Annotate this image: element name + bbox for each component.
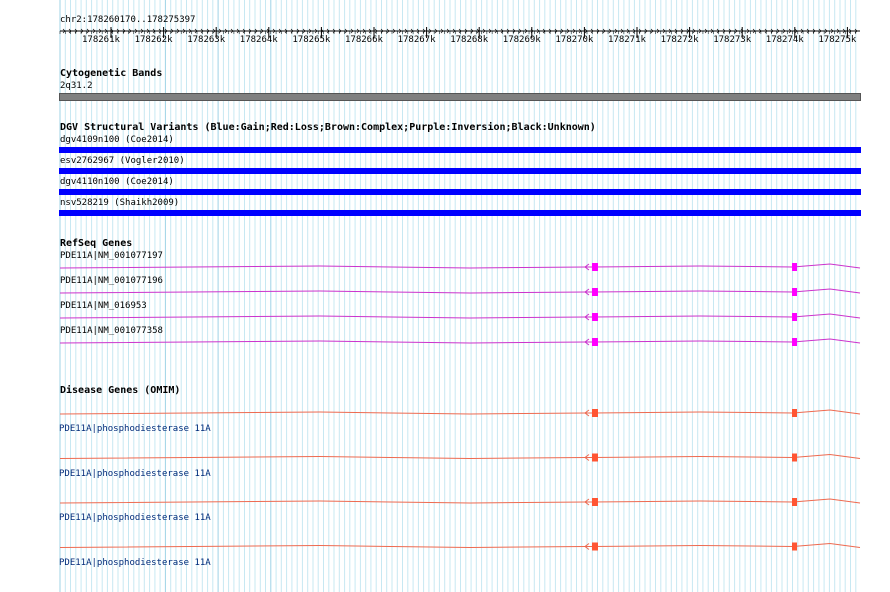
gene-model[interactable] xyxy=(59,453,861,462)
gene-model[interactable] xyxy=(59,409,861,417)
omim-feature-label[interactable]: PDE11A|phosphodiesterase 11A xyxy=(59,469,211,480)
gene-model[interactable] xyxy=(59,542,861,551)
genome-browser-panel[interactable]: chr2:178260170..178275397 178261k 178262k… xyxy=(0,0,890,592)
omim-feature-label[interactable]: PDE11A|phosphodiesterase 11A xyxy=(59,424,211,435)
omim-gene-models xyxy=(59,409,861,551)
omim-feature-label[interactable]: PDE11A|phosphodiesterase 11A xyxy=(59,558,211,569)
gene-model[interactable] xyxy=(59,498,861,506)
omim-feature-label[interactable]: PDE11A|phosphodiesterase 11A xyxy=(59,513,211,524)
